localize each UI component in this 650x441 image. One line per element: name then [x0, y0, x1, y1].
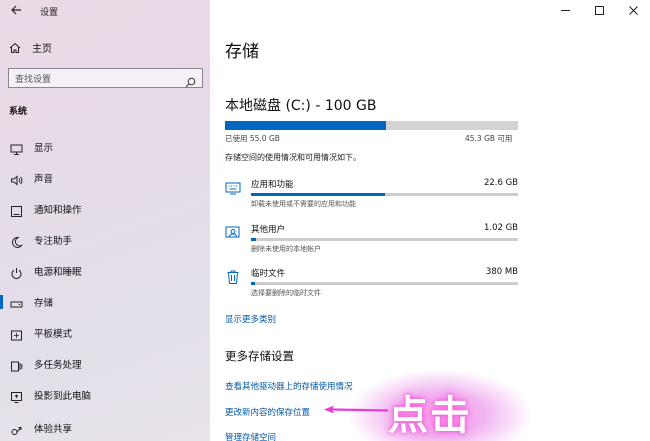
- sidebar-item-label: 体验共享: [34, 424, 73, 435]
- manage-storage-spaces-link[interactable]: 管理存储空间: [225, 431, 276, 441]
- show-more-categories-link[interactable]: 显示更多类别: [225, 313, 276, 325]
- annotation-arrow-icon: [324, 405, 388, 414]
- sidebar-item-label: 声音: [34, 174, 54, 185]
- sidebar-item-label: 投影到此电脑: [34, 391, 92, 402]
- sidebar-item-project-to-pc[interactable]: 投影到此电脑: [0, 385, 210, 405]
- close-button[interactable]: [616, 0, 650, 20]
- close-icon: [628, 5, 638, 15]
- sidebar-item-home[interactable]: 主页: [8, 38, 52, 56]
- category-size: 22.6 GB: [483, 178, 518, 188]
- category-description: 卸载未使用或不需要的应用和功能: [251, 200, 356, 208]
- category-size: 380 MB: [485, 267, 518, 277]
- sidebar-item-notifications[interactable]: 通知和操作: [0, 199, 210, 219]
- app-title: 设置: [40, 8, 59, 18]
- speaker-icon: [10, 172, 23, 186]
- change-save-location-link[interactable]: 更改新内容的保存位置: [225, 406, 310, 418]
- user-icon: [225, 225, 241, 241]
- drive-title: 本地磁盘 (C:) - 100 GB: [225, 98, 377, 114]
- power-icon: [10, 265, 23, 279]
- category-bar-fill: [251, 282, 255, 285]
- sidebar-item-label: 存储: [34, 298, 54, 309]
- drive-usage-bar: [225, 121, 518, 130]
- sidebar-item-multitasking[interactable]: 多任务处理: [0, 354, 210, 374]
- sidebar-item-tablet-mode[interactable]: 平板模式: [0, 323, 210, 343]
- share-icon: [10, 422, 23, 435]
- category-other-users[interactable]: 其他用户 1.02 GB 删除未使用的本地帐户: [225, 222, 518, 258]
- category-name: 其他用户: [251, 225, 286, 235]
- sidebar-item-label: 电源和睡眠: [34, 267, 82, 278]
- annotation-click-label: 点击: [388, 393, 472, 439]
- sidebar-item-label: 专注助手: [34, 236, 73, 247]
- minimize-button[interactable]: [548, 0, 582, 20]
- sidebar-item-display[interactable]: 显示: [0, 137, 210, 157]
- sidebar-item-shared-experiences[interactable]: 体验共享: [0, 418, 210, 438]
- sidebar-item-label: 主页: [32, 43, 52, 55]
- category-size: 1.02 GB: [483, 223, 518, 233]
- sidebar-item-power-sleep[interactable]: 电源和睡眠: [0, 261, 210, 281]
- back-arrow-icon[interactable]: [10, 4, 24, 18]
- search-placeholder: 查找设置: [15, 74, 52, 85]
- category-bar-fill: [251, 193, 385, 196]
- window-controls: [548, 0, 650, 20]
- view-other-drives-link[interactable]: 查看其他驱动器上的存储使用情况: [225, 380, 353, 392]
- maximize-icon: [594, 5, 604, 15]
- sidebar-item-label: 通知和操作: [34, 205, 82, 216]
- sidebar-item-focus-assist[interactable]: 专注助手: [0, 230, 210, 250]
- sidebar-item-storage[interactable]: 存储: [0, 292, 210, 312]
- category-description: 删除未使用的本地帐户: [251, 245, 321, 253]
- category-bar: [251, 282, 518, 285]
- category-bar: [251, 238, 518, 241]
- sidebar-item-sound[interactable]: 声音: [0, 168, 210, 188]
- drive-used-text: 已使用 55.0 GB: [225, 134, 280, 143]
- sidebar-item-label: 平板模式: [34, 329, 73, 340]
- monitor-icon: [10, 141, 23, 155]
- minimize-icon: [560, 9, 570, 11]
- notification-icon: [10, 203, 23, 217]
- drive-description: 存储空间的使用情况和可用情况如下。: [225, 153, 361, 162]
- search-icon[interactable]: [185, 73, 196, 87]
- drive-usage-fill: [225, 121, 387, 130]
- project-icon: [10, 389, 23, 403]
- sidebar-item-label: 显示: [34, 143, 54, 154]
- category-name: 临时文件: [251, 269, 286, 279]
- category-bar-fill: [251, 238, 257, 241]
- keyboard-icon: [225, 180, 241, 196]
- moon-icon: [10, 234, 24, 248]
- search-input[interactable]: 查找设置: [8, 68, 203, 88]
- category-description: 选择要删除的临时文件: [251, 289, 321, 297]
- tablet-icon: [10, 327, 23, 340]
- trash-icon: [225, 269, 241, 285]
- sidebar-item-label: 多任务处理: [34, 360, 82, 371]
- category-name: 应用和功能: [251, 180, 294, 190]
- category-temporary-files[interactable]: 临时文件 380 MB 选择要删除的临时文件: [225, 266, 518, 302]
- drive-free-text: 45.3 GB 可用: [465, 134, 513, 143]
- section-label: 系统: [9, 107, 28, 117]
- multitask-icon: [10, 358, 23, 371]
- maximize-button[interactable]: [582, 0, 616, 20]
- more-storage-settings-heading: 更多存储设置: [225, 349, 294, 363]
- category-apps-features[interactable]: 应用和功能 22.6 GB 卸载未使用或不需要的应用和功能: [225, 177, 518, 213]
- home-icon: [8, 40, 22, 54]
- page-title: 存储: [225, 42, 259, 62]
- category-bar: [251, 193, 518, 196]
- drive-icon: [10, 296, 23, 309]
- sidebar: 设置 主页 查找设置 系统 显示 声音 通知和操作 专注助手 电源和睡眠 存储 …: [0, 0, 210, 441]
